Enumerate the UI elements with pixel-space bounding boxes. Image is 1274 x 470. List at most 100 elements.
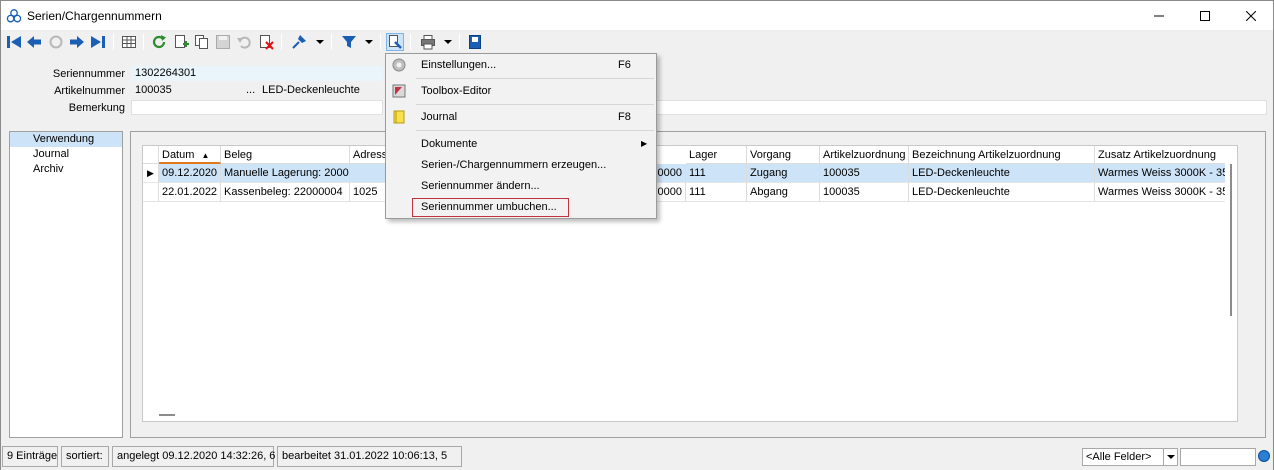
usage-panel: Datum ▲ Beleg Adressn Lager Vorgang Arti… (130, 131, 1266, 438)
search-input[interactable] (1180, 448, 1256, 466)
memo-icon (469, 35, 481, 49)
copy-record-button[interactable] (193, 33, 211, 51)
datum-header-label: Datum (162, 149, 195, 161)
bemerkung-field[interactable] (131, 100, 383, 115)
column-header-vorgang[interactable]: Vorgang (747, 146, 820, 164)
previous-record-button[interactable] (25, 33, 43, 51)
cell-datum: 09.12.2020 (159, 164, 221, 183)
status-bar: 9 Einträge sortiert: angelegt 09.12.2020… (1, 444, 1273, 470)
next-record-button[interactable] (68, 33, 86, 51)
globe-icon[interactable] (1258, 450, 1270, 462)
chevron-down-icon (365, 40, 373, 44)
history-back-button[interactable] (47, 33, 65, 51)
menu-item-seriennummer-umbuchen[interactable]: Seriennummer umbuchen... (386, 197, 656, 218)
menu-item-dokumente[interactable]: Dokumente ▶ (386, 134, 656, 155)
tools-icon (389, 35, 402, 49)
column-header-zusatz-artikelzuordnung[interactable]: Zusatz Artikelzuordnung (1095, 146, 1237, 164)
row-marker-header (143, 146, 159, 164)
cell-zusatz: Warmes Weiss 3000K - 3500K (1095, 164, 1237, 183)
print-button[interactable] (419, 33, 437, 51)
menu-separator (416, 130, 654, 131)
column-header-beleg[interactable]: Beleg (221, 146, 350, 164)
nav-item-verwendung[interactable]: Verwendung (10, 132, 122, 147)
filter-dropdown[interactable] (364, 33, 374, 51)
row-pointer-icon (143, 183, 159, 202)
minimize-button[interactable] (1136, 1, 1182, 30)
cell-beleg: Kassenbeleg: 22000004 (221, 183, 350, 202)
save-icon (216, 35, 230, 49)
column-header-lager[interactable]: Lager (686, 146, 747, 164)
filter-icon (342, 36, 356, 48)
horizontal-scrollbar-thumb[interactable] (159, 414, 175, 416)
refresh-icon (152, 35, 166, 49)
delete-icon (260, 35, 274, 50)
column-header-bezeichnung-artikelzuordnung[interactable]: Bezeichnung Artikelzuordnung (909, 146, 1095, 164)
new-record-button[interactable] (172, 33, 190, 51)
table-view-button[interactable] (120, 33, 138, 51)
nav-item-archiv[interactable]: Archiv (10, 162, 122, 177)
column-header-artikelzuordnung[interactable]: Artikelzuordnung (820, 146, 909, 164)
pin-dropdown[interactable] (315, 33, 325, 51)
menu-item-label: Serien-/Chargennummern erzeugen... (421, 159, 607, 171)
menu-item-label: Dokumente (421, 138, 478, 150)
pin-button[interactable] (290, 33, 308, 51)
vertical-scrollbar[interactable] (1225, 146, 1237, 421)
scrollbar-thumb[interactable] (1230, 164, 1232, 316)
pin-icon (292, 35, 306, 49)
first-record-button[interactable] (5, 33, 23, 51)
table-icon (122, 36, 136, 48)
seriennummer-field[interactable]: 1302264301 (131, 66, 383, 81)
search-field-dropdown[interactable] (1163, 449, 1177, 465)
menu-item-journal[interactable]: Journal F8 (386, 107, 656, 128)
view-navigation: Verwendung Journal Archiv (9, 131, 123, 438)
toolbar-separator (113, 34, 114, 50)
memo-button[interactable] (466, 33, 484, 51)
menu-item-einstellungen[interactable]: Einstellungen... F6 (386, 55, 656, 76)
cell-artikelzuordnung: 100035 (820, 164, 909, 183)
menu-item-shortcut: F8 (618, 111, 631, 123)
created-info: angelegt 09.12.2020 14:32:26, 6 (112, 446, 275, 467)
column-header-datum[interactable]: Datum ▲ (159, 146, 221, 164)
maximize-button[interactable] (1182, 1, 1228, 30)
search-field-select-value: <Alle Felder> (1086, 451, 1152, 463)
history-icon (49, 35, 63, 49)
cell-bezeichnung: LED-Deckenleuchte (909, 183, 1095, 202)
artikelnummer-field[interactable]: 100035 (131, 83, 241, 98)
filter-button[interactable] (340, 33, 358, 51)
menu-item-seriennummer-aendern[interactable]: Seriennummer ändern... (386, 176, 656, 197)
cell-beleg: Manuelle Lagerung: 200000 (221, 164, 350, 183)
window-title: Serien/Chargennummern (27, 9, 162, 23)
save-button[interactable] (214, 33, 232, 51)
cell-lager: 111 (686, 164, 747, 183)
menu-separator (416, 78, 654, 79)
menu-item-toolbox-editor[interactable]: Toolbox-Editor (386, 81, 656, 102)
last-record-icon (91, 36, 105, 48)
main-window: Serien/Chargennummern Seriennummer 13022… (0, 0, 1274, 470)
usage-grid: Datum ▲ Beleg Adressn Lager Vorgang Arti… (142, 145, 1238, 422)
toolbar-separator (380, 34, 381, 50)
delete-button[interactable] (257, 33, 275, 51)
tools-menu-button[interactable] (386, 33, 404, 51)
print-dropdown[interactable] (443, 33, 453, 51)
toolbar-separator (410, 34, 411, 50)
new-document-icon (175, 35, 189, 48)
last-record-button[interactable] (89, 33, 107, 51)
nav-item-journal[interactable]: Journal (10, 147, 122, 162)
artikel-browse-button[interactable]: ... (242, 83, 257, 98)
cell-vorgang: Zugang (747, 164, 820, 183)
undo-button[interactable] (235, 33, 253, 51)
refresh-button[interactable] (150, 33, 168, 51)
toolbar-separator (143, 34, 144, 50)
undo-icon (237, 36, 251, 49)
bemerkung-label: Bemerkung (68, 102, 125, 114)
toolbar-separator (459, 34, 460, 50)
cell-artikelzuordnung: 100035 (820, 183, 909, 202)
menu-item-nummern-erzeugen[interactable]: Serien-/Chargennummern erzeugen... (386, 155, 656, 176)
close-icon (1246, 10, 1256, 21)
toolbar-separator (331, 34, 332, 50)
sort-status: sortiert: (61, 446, 109, 467)
submenu-arrow-icon: ▶ (641, 139, 648, 148)
close-button[interactable] (1228, 1, 1274, 30)
menu-item-label: Seriennummer ändern... (421, 180, 540, 192)
bemerkung-field-extension[interactable] (656, 100, 1267, 115)
